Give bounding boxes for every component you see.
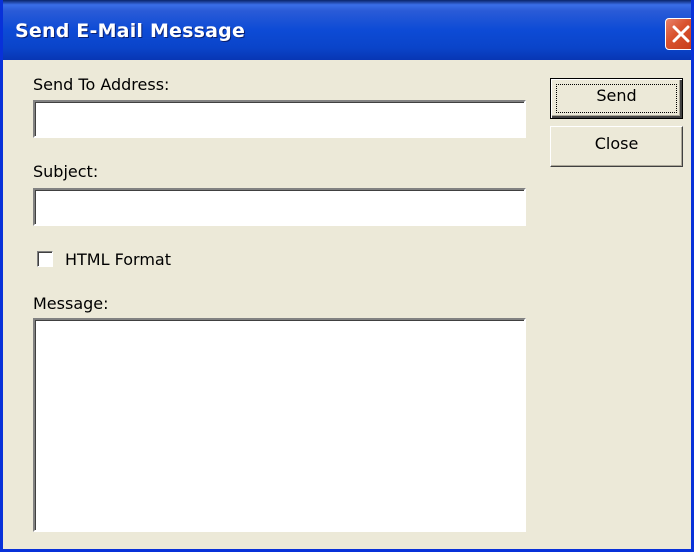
close-button[interactable]: Close	[550, 126, 683, 167]
message-textarea[interactable]	[33, 318, 526, 532]
close-icon	[672, 25, 690, 43]
send-email-dialog: Send E-Mail Message Send To Address: Sub…	[0, 0, 694, 552]
title-bar[interactable]: Send E-Mail Message	[3, 0, 691, 60]
subject-input[interactable]	[33, 188, 526, 226]
close-window-button[interactable]	[665, 18, 691, 50]
send-button[interactable]: Send	[550, 78, 683, 119]
send-button-label: Send	[596, 86, 637, 105]
window-title: Send E-Mail Message	[15, 20, 246, 42]
send-to-label: Send To Address:	[33, 75, 170, 94]
html-format-checkbox[interactable]	[37, 251, 53, 267]
subject-label: Subject:	[33, 162, 99, 181]
html-format-label[interactable]: HTML Format	[65, 250, 171, 269]
close-button-label: Close	[594, 134, 639, 153]
send-to-input[interactable]	[33, 100, 526, 138]
message-label: Message:	[33, 294, 109, 313]
